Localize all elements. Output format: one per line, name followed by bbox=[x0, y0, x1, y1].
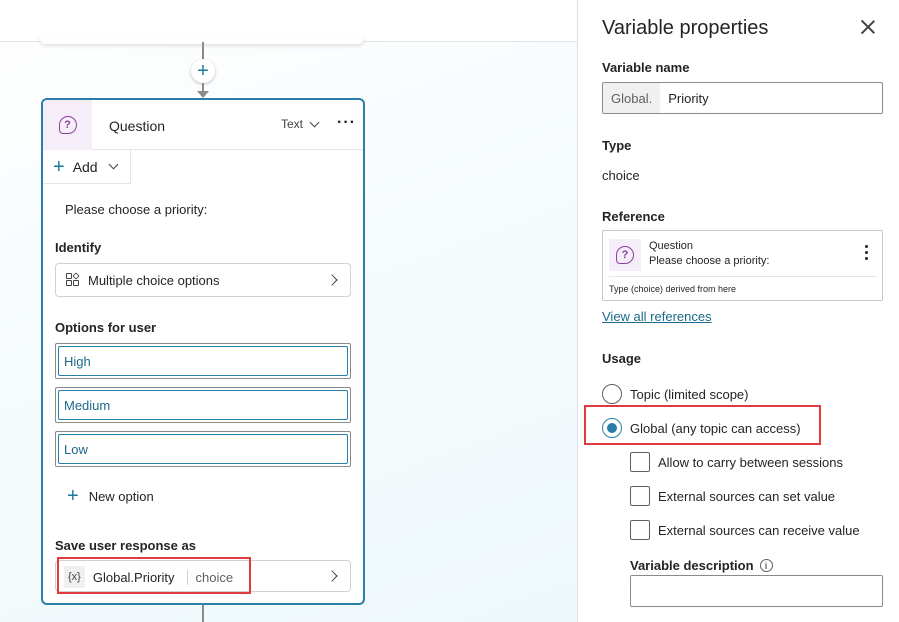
question-bubble-icon: ? bbox=[616, 246, 634, 264]
more-options-icon[interactable]: ··· bbox=[337, 114, 356, 132]
checkbox-label: External sources can receive value bbox=[658, 522, 860, 538]
option-row[interactable]: High bbox=[55, 343, 351, 379]
option-row[interactable]: Medium bbox=[55, 387, 351, 423]
plus-icon: + bbox=[53, 155, 65, 178]
checkbox-icon[interactable] bbox=[630, 486, 650, 506]
add-label: Add bbox=[72, 158, 98, 175]
usage-radio-topic[interactable]: Topic (limited scope) bbox=[602, 384, 749, 404]
question-node[interactable]: ? Question Text ··· + Add Please choose … bbox=[41, 98, 365, 605]
new-option-button[interactable]: + New option bbox=[67, 486, 154, 506]
variable-name-field[interactable]: Global. Priority bbox=[602, 82, 883, 114]
chevron-right-icon bbox=[326, 570, 338, 582]
add-button[interactable]: + Add bbox=[43, 150, 131, 184]
usage-highlight-box bbox=[584, 405, 821, 445]
identify-value: Multiple choice options bbox=[88, 272, 220, 288]
variable-name-input[interactable]: Priority bbox=[660, 91, 708, 106]
checkbox-label: External sources can set value bbox=[658, 488, 836, 504]
panel-title: Variable properties bbox=[602, 17, 769, 39]
connector-line bbox=[202, 605, 204, 622]
entity-grid-icon bbox=[66, 272, 80, 287]
plus-icon: + bbox=[197, 60, 209, 82]
checkbox-icon[interactable] bbox=[630, 520, 650, 540]
option-input[interactable]: Low bbox=[58, 434, 348, 464]
usage-label: Usage bbox=[602, 351, 642, 366]
variable-description-label: Variable description bbox=[630, 558, 754, 573]
close-icon[interactable] bbox=[860, 19, 876, 35]
radio-unchecked-icon[interactable] bbox=[602, 384, 622, 404]
more-vertical-icon[interactable] bbox=[865, 245, 869, 263]
reference-label: Reference bbox=[602, 209, 665, 224]
variable-description-label-row: Variable description i bbox=[630, 558, 773, 573]
question-node-icon-box: ? bbox=[43, 100, 92, 150]
option-input[interactable]: High bbox=[58, 346, 348, 376]
variable-name-prefix: Global. bbox=[603, 83, 661, 113]
reference-title: Question bbox=[649, 240, 694, 252]
reference-card[interactable]: ? Question Please choose a priority: Typ… bbox=[602, 230, 883, 301]
checkbox-label: Allow to carry between sessions bbox=[658, 454, 843, 470]
new-option-label: New option bbox=[88, 488, 154, 504]
variable-description-input[interactable] bbox=[630, 575, 883, 607]
identify-label: Identify bbox=[55, 240, 102, 255]
connector-line bbox=[202, 42, 204, 60]
chevron-down-icon bbox=[108, 159, 119, 170]
plus-icon: + bbox=[67, 485, 79, 507]
divider bbox=[609, 276, 877, 277]
response-type-label: Text bbox=[281, 117, 304, 131]
add-node-button[interactable]: + bbox=[191, 59, 215, 83]
identify-selector[interactable]: Multiple choice options bbox=[55, 263, 351, 297]
reference-derived-text: Type (choice) derived from here bbox=[609, 284, 737, 294]
authoring-canvas[interactable]: + ? Question Text ··· + Add Please choos… bbox=[0, 0, 577, 622]
question-node-header: ? Question Text ··· bbox=[43, 100, 363, 150]
reference-subtitle: Please choose a priority: bbox=[649, 255, 770, 267]
type-value: choice bbox=[602, 168, 640, 183]
info-icon[interactable]: i bbox=[759, 559, 773, 572]
option-input[interactable]: Medium bbox=[58, 390, 348, 420]
question-bubble-icon: ? bbox=[58, 116, 77, 134]
question-prompt-text[interactable]: Please choose a priority: bbox=[65, 202, 207, 217]
variable-name-label: Variable name bbox=[602, 60, 690, 75]
variable-properties-panel: Variable properties Variable name Global… bbox=[577, 0, 899, 622]
external-set-checkbox[interactable]: External sources can set value bbox=[630, 486, 835, 506]
type-label: Type bbox=[602, 138, 632, 153]
reference-icon-box: ? bbox=[609, 239, 641, 271]
option-row[interactable]: Low bbox=[55, 431, 351, 467]
usage-radio-topic-label: Topic (limited scope) bbox=[630, 386, 749, 402]
connector-arrow-icon bbox=[197, 91, 209, 98]
external-receive-checkbox[interactable]: External sources can receive value bbox=[630, 520, 860, 540]
carry-sessions-checkbox[interactable]: Allow to carry between sessions bbox=[630, 452, 843, 472]
variable-highlight-box bbox=[57, 557, 251, 594]
chevron-down-icon bbox=[309, 117, 320, 127]
node-title: Question bbox=[109, 118, 166, 134]
options-label: Options for user bbox=[55, 320, 157, 335]
checkbox-icon[interactable] bbox=[630, 452, 650, 472]
save-response-label: Save user response as bbox=[55, 538, 196, 553]
chevron-right-icon bbox=[326, 274, 338, 286]
view-all-references-link[interactable]: View all references bbox=[602, 309, 712, 324]
response-type-dropdown[interactable]: Text bbox=[281, 117, 320, 131]
